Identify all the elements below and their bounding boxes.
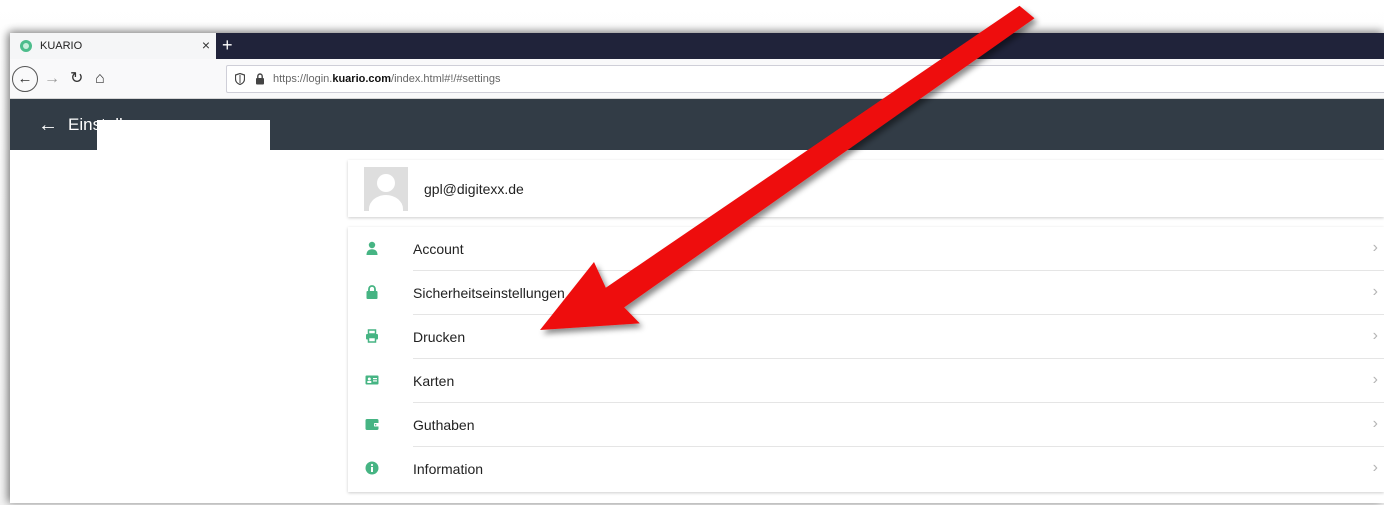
- id-card-icon: [365, 373, 379, 387]
- profile-email: gpl@digitexx.de: [424, 180, 524, 197]
- settings-menu: Account › Sicherheitseinstellungen › Dru…: [348, 227, 1384, 492]
- menu-item-label: Account: [413, 227, 1384, 271]
- menu-item-label: Sicherheitseinstellungen: [413, 271, 1384, 315]
- header-back-arrow-icon[interactable]: ←: [38, 115, 58, 135]
- tab-title: KUARIO: [40, 40, 83, 52]
- profile-card: gpl@digitexx.de: [348, 160, 1384, 217]
- chevron-right-icon: ›: [1372, 371, 1378, 388]
- lock-icon: [365, 285, 379, 299]
- menu-item-label: Guthaben: [413, 403, 1384, 447]
- forward-button[interactable]: →: [44, 68, 60, 90]
- menu-item-label: Drucken: [413, 315, 1384, 359]
- home-button[interactable]: ⌂: [95, 68, 105, 90]
- menu-item-account[interactable]: Account ›: [348, 227, 1384, 271]
- reload-button[interactable]: ↻: [70, 68, 83, 90]
- navigation-bar: ← → ↻ ⌂ https://login.kuario.com/index.h…: [10, 59, 1384, 99]
- padlock-icon[interactable]: [255, 73, 265, 85]
- info-icon: [365, 461, 379, 475]
- wallet-icon: [365, 417, 379, 431]
- url-prefix: https://login.: [273, 73, 333, 85]
- chevron-right-icon: ›: [1372, 283, 1378, 300]
- kuario-favicon-icon: [20, 40, 32, 52]
- url-domain: kuario.com: [332, 73, 392, 85]
- menu-item-label: Karten: [413, 359, 1384, 403]
- chevron-right-icon: ›: [1372, 327, 1378, 344]
- address-bar[interactable]: https://login.kuario.com/index.html#!/#s…: [226, 65, 1384, 93]
- redaction-box: [97, 120, 270, 166]
- avatar: [364, 166, 408, 211]
- menu-item-cards[interactable]: Karten ›: [348, 359, 1384, 403]
- printer-icon: [365, 329, 379, 343]
- tab-bar: KUARIO × +: [10, 33, 1384, 59]
- menu-item-label: Information: [413, 461, 484, 477]
- chevron-right-icon: ›: [1372, 239, 1378, 256]
- avatar-body-shape: [369, 194, 403, 211]
- avatar-head-shape: [377, 173, 395, 192]
- url-suffix: /index.html#!/#settings: [391, 73, 501, 85]
- back-button[interactable]: ←: [12, 66, 38, 92]
- menu-item-information[interactable]: Information ›: [348, 447, 1384, 491]
- shield-icon[interactable]: [235, 73, 245, 85]
- browser-window: KUARIO × + ← → ↻ ⌂ https://login.kuario.…: [10, 33, 1384, 503]
- chevron-right-icon: ›: [1372, 415, 1378, 432]
- chevron-right-icon: ›: [1372, 459, 1378, 476]
- menu-item-credit[interactable]: Guthaben ›: [348, 403, 1384, 447]
- new-tab-button[interactable]: +: [222, 34, 233, 56]
- url-text: https://login.kuario.com/index.html#!/#s…: [273, 73, 500, 85]
- user-icon: [365, 241, 379, 255]
- tab-kuario[interactable]: KUARIO ×: [10, 33, 216, 59]
- menu-item-print[interactable]: Drucken ›: [348, 315, 1384, 359]
- tab-close-icon[interactable]: ×: [202, 37, 210, 53]
- menu-item-security[interactable]: Sicherheitseinstellungen ›: [348, 271, 1384, 315]
